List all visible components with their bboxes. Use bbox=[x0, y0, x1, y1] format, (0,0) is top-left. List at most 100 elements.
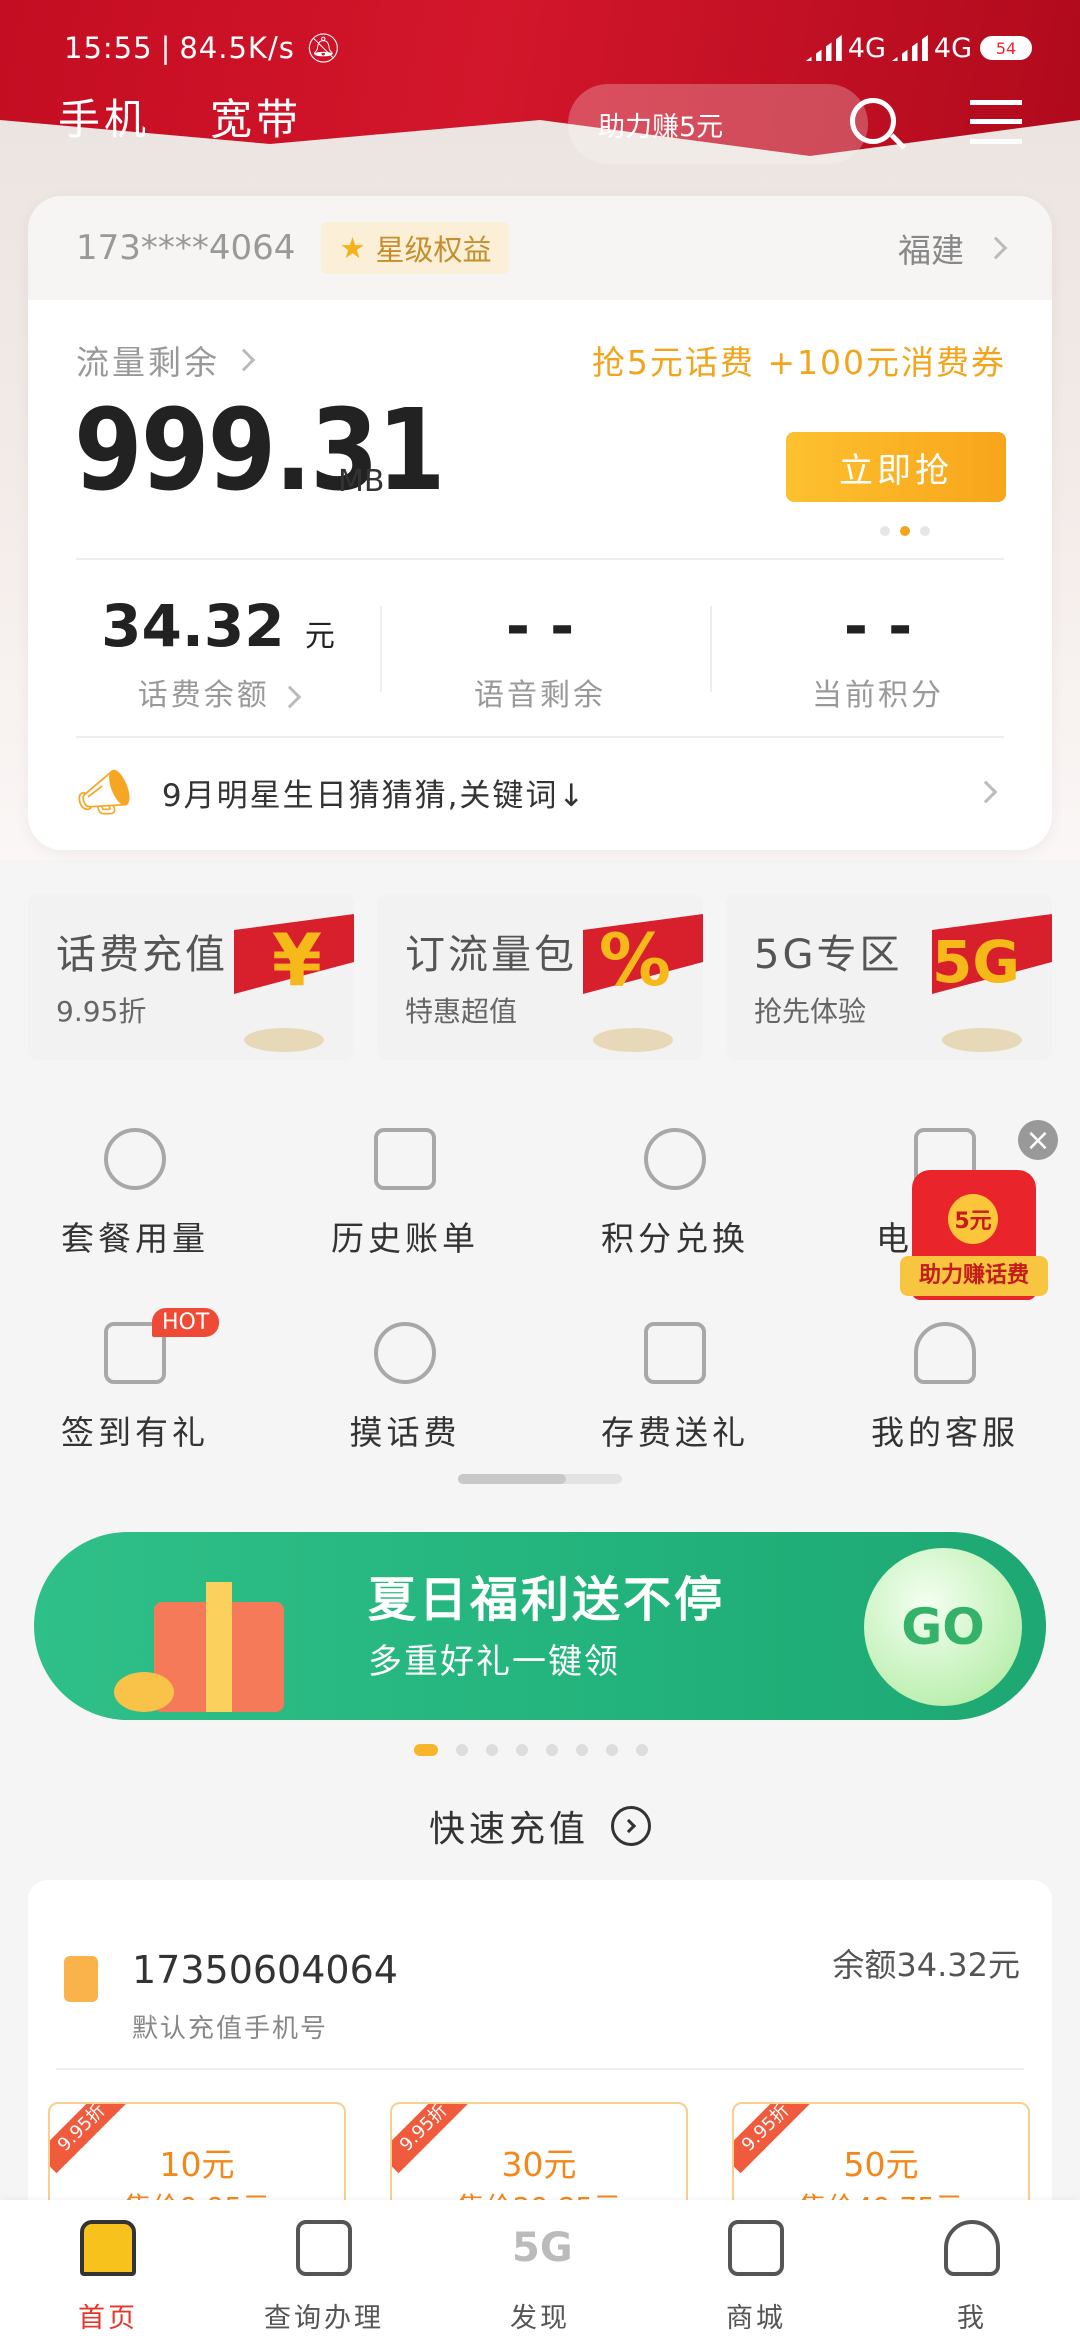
star-icon: ★ bbox=[339, 231, 366, 265]
quick-card-subtitle: 特惠超值 bbox=[405, 995, 518, 1028]
floating-red-packet[interactable]: 5元 助力赚话费 bbox=[900, 1170, 1048, 1300]
user-icon bbox=[944, 2220, 1000, 2276]
stat-value: - - bbox=[843, 592, 913, 660]
menu-icon[interactable] bbox=[970, 100, 1022, 144]
service-checkin[interactable]: HOT 签到有礼 bbox=[0, 1308, 270, 1454]
quick-card-subtitle: 抢先体验 bbox=[754, 995, 867, 1028]
pedestal-icon bbox=[942, 1028, 1022, 1052]
recharge-face: 10元 bbox=[159, 2145, 235, 2184]
stat-label: 语音剩余 bbox=[474, 678, 606, 713]
service-deposit-gift[interactable]: 存费送礼 bbox=[540, 1322, 810, 1454]
top-tabs: 手机 宽带 bbox=[58, 86, 302, 147]
battery-icon: 54 bbox=[980, 36, 1032, 60]
nav-discover[interactable]: 5G 发现 bbox=[432, 2220, 648, 2335]
hot-badge: HOT bbox=[152, 1308, 220, 1337]
quick-recharge-header[interactable]: 快速充值 bbox=[0, 1800, 1080, 1852]
recharge-phone[interactable]: 17350604064 bbox=[132, 1948, 398, 1992]
service-bill-history[interactable]: 历史账单 bbox=[270, 1128, 540, 1260]
stat-unit: 元 bbox=[304, 619, 335, 654]
grab-now-button[interactable]: 立即抢 bbox=[786, 432, 1006, 502]
quick-card-data-pack[interactable]: 订流量包 特惠超值 % bbox=[377, 894, 703, 1060]
pedestal-icon bbox=[593, 1028, 673, 1052]
promo-banner[interactable]: 夏日福利送不停 多重好礼一键领 GO bbox=[34, 1532, 1046, 1720]
go-button[interactable]: GO bbox=[864, 1548, 1022, 1706]
nav-me[interactable]: 我 bbox=[864, 2220, 1080, 2335]
service-label: 签到有礼 bbox=[61, 1413, 209, 1452]
recharge-default-label: 默认充值手机号 bbox=[132, 2014, 329, 2044]
chevron-right-icon bbox=[974, 780, 998, 804]
pedestal-icon bbox=[244, 1028, 324, 1052]
phone-number: 173****4064 bbox=[76, 228, 296, 268]
status-bar-right: 4G 4G 54 bbox=[800, 26, 1032, 70]
data-unit: MB bbox=[338, 464, 385, 499]
document-icon bbox=[296, 2220, 352, 2276]
service-plan-usage[interactable]: 套餐用量 bbox=[0, 1128, 270, 1260]
account-card: 173****4064 ★ 星级权益 福建 流量剩余 999.31 MB 抢5元… bbox=[28, 196, 1052, 850]
status-time: 15:55 bbox=[64, 31, 153, 65]
promo-text[interactable]: 抢5元话费 +100元消费券 bbox=[592, 336, 1006, 384]
quick-card-title: 5G专区 bbox=[754, 932, 903, 978]
quick-card-title: 话费充值 bbox=[56, 932, 228, 978]
nav-mall[interactable]: 商城 bbox=[648, 2220, 864, 2335]
quick-recharge-card: 17350604064 默认充值手机号 余额34.32元 9.95折 10元 售… bbox=[28, 1880, 1052, 2240]
close-icon[interactable]: × bbox=[1018, 1120, 1058, 1160]
chevron-right-icon bbox=[984, 236, 1008, 260]
nav-home[interactable]: 首页 bbox=[0, 2220, 216, 2335]
chevron-right-icon bbox=[232, 348, 256, 372]
stat-voice[interactable]: - - 语音剩余 bbox=[370, 592, 710, 714]
quick-card-topup[interactable]: 话费充值 9.95折 ¥ bbox=[28, 894, 354, 1060]
divider bbox=[56, 2068, 1024, 2070]
quick-card-5g[interactable]: 5G专区 抢先体验 5G bbox=[726, 894, 1052, 1060]
home-icon bbox=[80, 2220, 136, 2276]
service-label: 历史账单 bbox=[331, 1219, 479, 1258]
nav-label: 查询办理 bbox=[264, 2303, 384, 2334]
stat-value: - - bbox=[505, 592, 575, 660]
bottom-nav: 首页 查询办理 5G 发现 商城 我 bbox=[0, 2200, 1080, 2340]
5g-icon: 5G bbox=[512, 2225, 573, 2271]
signal-icon-2 bbox=[891, 35, 928, 61]
network-type-2: 4G bbox=[933, 32, 972, 64]
search-icon[interactable] bbox=[850, 98, 896, 144]
account-row: 173****4064 ★ 星级权益 福建 bbox=[28, 196, 1052, 300]
recharge-face: 30元 bbox=[501, 2145, 577, 2184]
gift-icon bbox=[644, 1322, 706, 1384]
nav-query[interactable]: 查询办理 bbox=[216, 2220, 432, 2335]
tab-broadband[interactable]: 宽带 bbox=[210, 86, 302, 147]
service-label: 积分兑换 bbox=[601, 1219, 749, 1258]
search-input[interactable]: 助力赚5元 bbox=[568, 84, 868, 164]
data-remaining-label[interactable]: 流量剩余 bbox=[76, 336, 256, 384]
service-label: 套餐用量 bbox=[61, 1219, 209, 1258]
yuan-coin-icon bbox=[374, 1322, 436, 1384]
banner-pager bbox=[414, 1744, 648, 1756]
divider bbox=[76, 558, 1004, 560]
5g-3d-icon: 5G bbox=[932, 928, 1020, 996]
contact-icon bbox=[64, 1956, 98, 2002]
yuan-3d-icon: ¥ bbox=[271, 918, 322, 1002]
province-selector[interactable]: 福建 bbox=[898, 224, 1008, 272]
recharge-balance: 余额34.32元 bbox=[832, 1946, 1020, 1984]
notice-bar[interactable]: 📣︎ 9月明星生日猜猜猜,关键词↓ bbox=[76, 752, 1004, 832]
bill-icon bbox=[374, 1128, 436, 1190]
megaphone-icon: 📣︎ bbox=[76, 767, 132, 818]
service-touch-credit[interactable]: 摸话费 bbox=[270, 1322, 540, 1454]
divider bbox=[76, 736, 1004, 738]
stat-value: 34.32 bbox=[101, 592, 285, 660]
tab-mobile[interactable]: 手机 bbox=[58, 86, 150, 147]
chevron-right-icon bbox=[278, 685, 302, 709]
stat-points[interactable]: - - 当前积分 bbox=[708, 592, 1048, 714]
stat-label: 当前积分 bbox=[812, 678, 944, 713]
star-rights-badge[interactable]: ★ 星级权益 bbox=[321, 222, 510, 274]
stat-balance[interactable]: 34.32 元 话费余额 bbox=[48, 592, 388, 714]
promo-pager bbox=[880, 526, 930, 536]
shopping-bag-icon bbox=[728, 2220, 784, 2276]
nav-label: 首页 bbox=[78, 2303, 138, 2334]
coins-icon bbox=[644, 1128, 706, 1190]
headset-icon bbox=[914, 1322, 976, 1384]
grid-scroll-indicator bbox=[458, 1474, 622, 1484]
service-customer-support[interactable]: 我的客服 bbox=[810, 1322, 1080, 1454]
service-label: 我的客服 bbox=[871, 1413, 1019, 1452]
gift-box-icon bbox=[94, 1572, 314, 1720]
province-label: 福建 bbox=[898, 231, 964, 270]
service-points-exchange[interactable]: 积分兑换 bbox=[540, 1128, 810, 1260]
notice-text: 9月明星生日猜猜猜,关键词↓ bbox=[161, 777, 587, 814]
